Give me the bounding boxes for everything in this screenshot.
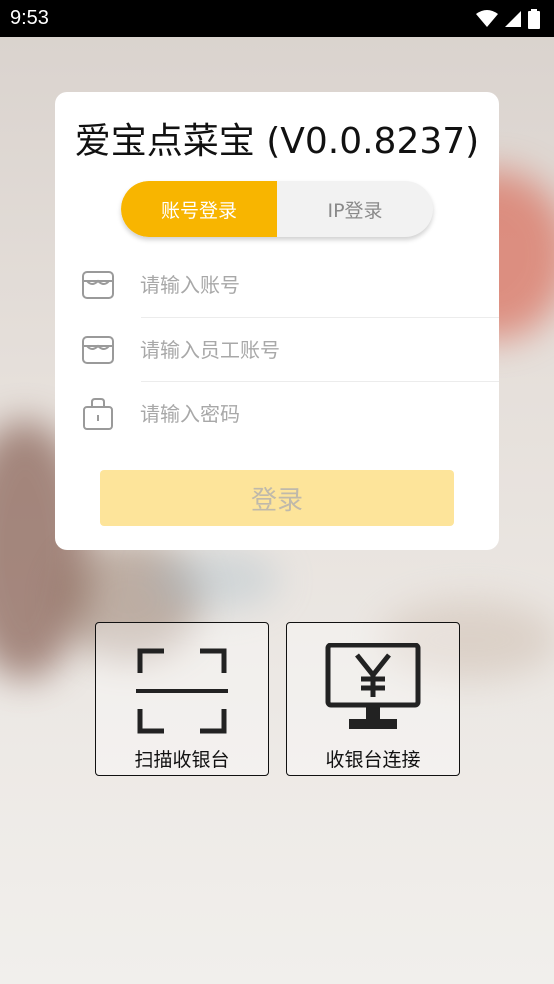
password-input[interactable] [138,401,482,427]
status-bar: 9:53 [0,0,554,37]
login-mode-tabs: 账号登录 IP登录 [121,181,433,237]
scan-cashier-button[interactable]: 扫描收银台 [95,622,269,776]
scan-icon [136,648,228,734]
app-title: 爱宝点菜宝 (V0.0.8237) [74,121,480,162]
cashier-connect-button[interactable]: 收银台连接 [286,622,460,776]
store-icon [78,265,118,305]
battery-icon [528,8,540,29]
background-blob [150,550,280,610]
status-time: 9:53 [10,7,49,29]
tab-ip-login[interactable]: IP登录 [277,181,433,237]
employee-account-field [75,318,499,382]
scan-cashier-label: 扫描收银台 [134,749,230,771]
cashier-monitor-icon [325,643,421,729]
password-field [75,382,499,446]
employee-account-input[interactable] [138,337,482,363]
account-input[interactable] [138,272,482,298]
store-icon [78,330,118,370]
signal-icon [505,10,521,27]
account-field [75,253,499,317]
tab-account-login[interactable]: 账号登录 [121,181,277,237]
cashier-connect-label: 收银台连接 [325,749,421,771]
status-icons [476,8,540,29]
lock-icon [78,394,118,434]
login-button[interactable]: 登录 [100,470,454,526]
wifi-icon [476,9,498,27]
login-screen: 9:53 爱宝点菜宝 (V0.0.8237) 账号登录 IP登录 登录 [0,0,554,984]
